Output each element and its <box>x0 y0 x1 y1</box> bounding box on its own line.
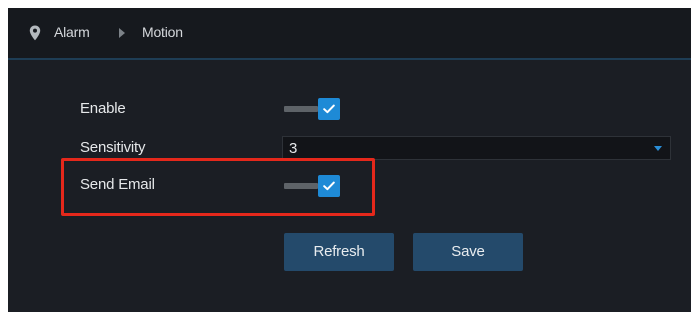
sensitivity-value: 3 <box>289 140 298 157</box>
toggle-knob <box>318 98 340 120</box>
sensitivity-label: Sensitivity <box>80 139 146 156</box>
map-pin-icon <box>29 25 41 41</box>
breadcrumb-item-alarm[interactable]: Alarm <box>54 24 90 40</box>
toggle-track <box>284 183 318 189</box>
sensitivity-select[interactable]: 3 <box>282 136 671 160</box>
enable-label: Enable <box>80 100 126 117</box>
toggle-track <box>284 106 318 112</box>
breadcrumb-item-motion: Motion <box>142 24 183 40</box>
send-email-toggle[interactable] <box>284 175 360 197</box>
save-button[interactable]: Save <box>413 233 523 271</box>
refresh-button[interactable]: Refresh <box>284 233 394 271</box>
motion-settings-panel: Alarm Motion Enable Sensitivity 3 Send E… <box>8 8 691 312</box>
checkmark-icon <box>323 104 335 114</box>
triangle-right-icon <box>119 28 125 38</box>
send-email-label: Send Email <box>80 176 155 193</box>
breadcrumb: Alarm Motion <box>8 8 691 60</box>
enable-toggle[interactable] <box>284 98 360 120</box>
toggle-knob <box>318 175 340 197</box>
caret-down-icon <box>654 146 662 151</box>
checkmark-icon <box>323 181 335 191</box>
